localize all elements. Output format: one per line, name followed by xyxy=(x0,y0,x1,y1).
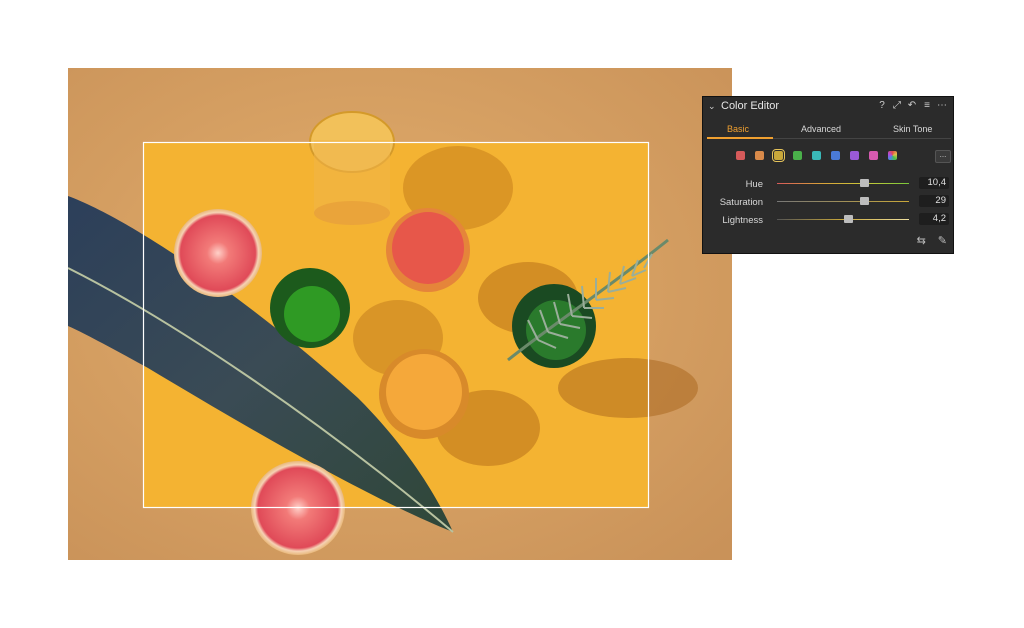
color-editor-panel: ⌄ Color Editor ? ⤢ ↶ ≡ ⋯ Basic Advanced … xyxy=(702,96,954,254)
saturation-label: Saturation xyxy=(719,197,763,208)
panel-header: ⌄ Color Editor ? ⤢ ↶ ≡ ⋯ xyxy=(703,97,953,117)
help-icon[interactable]: ? xyxy=(877,100,887,111)
tab-skin-tone[interactable]: Skin Tone xyxy=(893,124,932,134)
hue-label: Hue xyxy=(745,179,763,190)
menu-icon[interactable]: ≡ xyxy=(922,100,932,111)
tab-basic[interactable]: Basic xyxy=(727,124,749,134)
swatch-red[interactable] xyxy=(736,151,745,160)
panel-title: Color Editor xyxy=(721,100,780,112)
saturation-slider-row: Saturation 29 xyxy=(703,195,953,209)
hue-slider-row: Hue 10,4 xyxy=(703,177,953,191)
swap-icon[interactable]: ⇆ xyxy=(917,234,926,247)
saturation-slider-track[interactable] xyxy=(777,201,909,202)
swatch-green[interactable] xyxy=(793,151,802,160)
saturation-value-field[interactable]: 29 xyxy=(919,195,949,207)
reset-icon[interactable]: ↶ xyxy=(907,100,917,111)
photo-canvas[interactable] xyxy=(68,68,732,560)
swatch-blue[interactable] xyxy=(831,151,840,160)
lightness-value-field[interactable]: 4,2 xyxy=(919,213,949,225)
tab-advanced[interactable]: Advanced xyxy=(801,124,841,134)
lightness-label: Lightness xyxy=(722,215,763,226)
collapse-chevron-icon[interactable]: ⌄ xyxy=(708,101,716,112)
tab-bar: Basic Advanced Skin Tone xyxy=(703,120,953,136)
hue-slider-handle[interactable] xyxy=(860,179,870,187)
swatch-yellow[interactable] xyxy=(772,149,785,162)
panel-footer: ⇆ ✎ xyxy=(917,234,947,247)
swatch-purple[interactable] xyxy=(850,151,859,160)
saturation-slider-handle[interactable] xyxy=(860,197,870,205)
swatch-magenta[interactable] xyxy=(869,151,878,160)
more-icon[interactable]: ⋯ xyxy=(937,100,947,111)
swatch-all[interactable] xyxy=(888,151,897,160)
hue-value-field[interactable]: 10,4 xyxy=(919,177,949,189)
photo-image xyxy=(68,68,732,560)
lightness-slider-handle[interactable] xyxy=(844,215,854,223)
picker-icon[interactable]: ✎ xyxy=(938,234,947,247)
swatch-cyan[interactable] xyxy=(812,151,821,160)
active-tab-indicator xyxy=(707,137,773,139)
hue-slider-track[interactable] xyxy=(777,183,909,184)
lightness-slider-track[interactable] xyxy=(777,219,909,220)
expand-icon[interactable]: ⤢ xyxy=(892,100,902,111)
swatch-orange[interactable] xyxy=(755,151,764,160)
lightness-slider-row: Lightness 4,2 xyxy=(703,213,953,227)
more-colors-button[interactable]: ... xyxy=(935,150,951,163)
